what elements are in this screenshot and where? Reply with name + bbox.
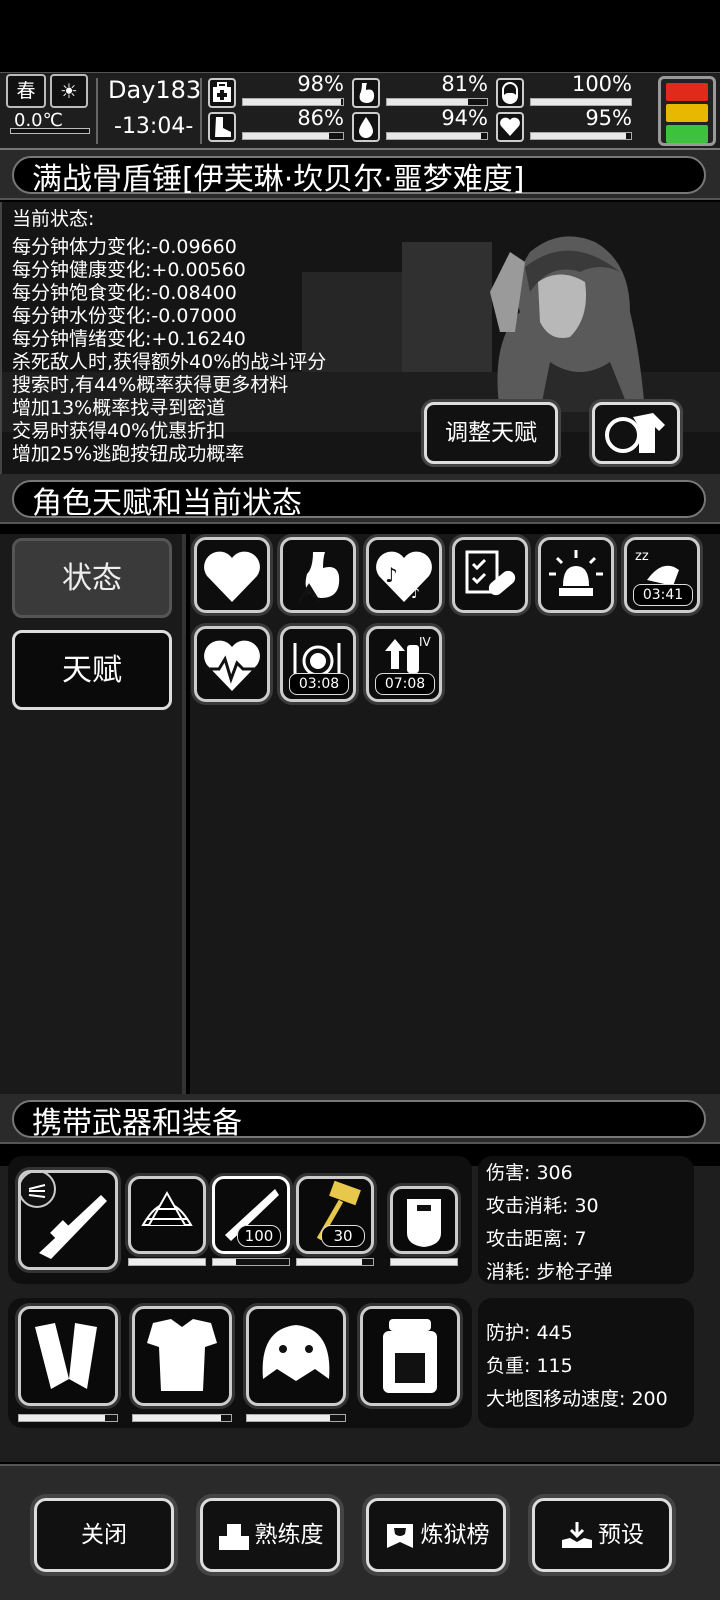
preset-button[interactable]: 预设 xyxy=(532,1498,672,1572)
svg-text:♪: ♪ xyxy=(411,586,420,602)
water-drop-icon xyxy=(352,112,380,142)
divider xyxy=(200,78,202,144)
ammo-type-stat: 消耗: 步枪子弹 xyxy=(486,1261,613,1283)
body-armor-slot[interactable] xyxy=(132,1306,232,1406)
purgatory-rank-label: 炼狱榜 xyxy=(420,1522,490,1548)
talent-header: 角色天赋和当前状态 xyxy=(0,474,720,524)
close-button[interactable]: 关闭 xyxy=(34,1498,174,1572)
stat-energy: 86% xyxy=(208,106,348,144)
danger-indicator[interactable] xyxy=(658,76,716,146)
adjust-talent-button[interactable]: 调整天赋 xyxy=(424,402,558,464)
tier-label: IV xyxy=(419,635,431,649)
sleep-timer: 03:41 xyxy=(633,584,693,606)
talent-tabs xyxy=(0,534,186,1114)
change-outfit-button[interactable] xyxy=(592,402,680,464)
purgatory-rank-button[interactable]: 炼狱榜 xyxy=(366,1498,506,1572)
season-label: 春 xyxy=(16,80,36,102)
boot-icon xyxy=(208,112,236,142)
equipment-header: 携带武器和装备 xyxy=(0,1094,720,1144)
svg-text:zz: zz xyxy=(635,549,649,564)
net-trap-slot[interactable] xyxy=(128,1176,206,1254)
stomach-boost-icon[interactable] xyxy=(280,537,356,613)
tray-icon xyxy=(560,1520,594,1552)
trophy-banner-icon xyxy=(383,1520,417,1552)
character-header: 满战骨盾锤[伊芙琳·坎贝尔·噩梦难度] xyxy=(0,150,720,200)
shield-durability xyxy=(390,1258,458,1266)
stat-stamina: 98% xyxy=(208,72,348,110)
status-line: 增加25%逃跑按钮成功概率 xyxy=(12,443,245,465)
equipment-header-title: 携带武器和装备 xyxy=(32,1106,242,1141)
main-weapon-slot[interactable] xyxy=(18,1170,118,1270)
status-effects-grid xyxy=(190,534,720,1114)
stat-health: 100% xyxy=(496,72,636,110)
minigun-slot[interactable]: 100 xyxy=(212,1176,290,1254)
drink-timer: 07:08 xyxy=(375,673,435,695)
proficiency-label: 熟练度 xyxy=(254,1522,324,1548)
outfit-swap-icon xyxy=(605,413,665,453)
sun-icon: ☀ xyxy=(50,74,88,108)
damage-stat: 伤害: 306 xyxy=(486,1162,573,1184)
meal-timer: 03:08 xyxy=(289,673,349,695)
divider xyxy=(96,78,98,144)
heart-icon xyxy=(496,112,524,142)
stat-value: 94% xyxy=(441,106,488,130)
gloves-durability xyxy=(18,1414,118,1422)
stat-mood: 95% xyxy=(496,106,636,144)
drink-boost-icon[interactable]: IV 07:08 xyxy=(366,626,442,702)
stat-value: 95% xyxy=(585,106,632,130)
character-title: 满战骨盾锤[伊芙琳·坎贝尔·噩梦难度] xyxy=(32,162,525,197)
minigun-durability xyxy=(212,1258,290,1266)
temperature-bar xyxy=(10,128,90,134)
sleep-status-icon[interactable]: zz 03:41 xyxy=(624,537,700,613)
day-label: Day183 xyxy=(108,76,202,104)
helmet-durability xyxy=(246,1414,346,1422)
stat-value: 98% xyxy=(297,72,344,96)
medkit-icon xyxy=(208,78,236,108)
tab-talent[interactable]: 天赋 xyxy=(12,630,172,710)
defense-stat: 防护: 445 xyxy=(486,1322,573,1344)
stat-value: 86% xyxy=(297,106,344,130)
stat-value: 100% xyxy=(571,72,632,96)
capsule-icon xyxy=(496,78,524,108)
hammer-slot[interactable]: 30 xyxy=(296,1176,374,1254)
stat-water: 94% xyxy=(352,106,492,144)
svg-text:♪: ♪ xyxy=(385,563,398,587)
body-armor-durability xyxy=(132,1414,232,1422)
net-trap-durability xyxy=(128,1258,206,1266)
time-label: -13:04- xyxy=(114,114,194,139)
medical-pill-icon[interactable] xyxy=(452,537,528,613)
backpack-slot[interactable] xyxy=(360,1306,460,1406)
attack-cost-stat: 攻击消耗: 30 xyxy=(486,1195,599,1217)
proficiency-button[interactable]: 熟练度 xyxy=(200,1498,340,1572)
season-badge: 春 xyxy=(6,74,46,108)
status-line: 当前状态: xyxy=(12,208,95,230)
tab-status[interactable]: 状态 xyxy=(12,538,172,618)
music-heart-icon[interactable]: ♪ ♪ xyxy=(366,537,442,613)
weight-stat: 负重: 115 xyxy=(486,1355,573,1377)
gloves-slot[interactable] xyxy=(18,1306,118,1406)
ammo-count: 30 xyxy=(321,1225,365,1247)
character-portrait xyxy=(430,222,660,412)
stomach-icon xyxy=(352,78,380,108)
heart-status-icon[interactable] xyxy=(194,537,270,613)
attack-range-stat: 攻击距离: 7 xyxy=(486,1228,587,1250)
shield-slot[interactable] xyxy=(390,1186,458,1254)
alarm-light-icon[interactable] xyxy=(538,537,614,613)
podium-icon xyxy=(217,1520,251,1552)
talent-header-title: 角色天赋和当前状态 xyxy=(32,486,302,521)
preset-label: 预设 xyxy=(598,1522,644,1548)
ammo-count: 100 xyxy=(237,1225,281,1247)
helmet-slot[interactable] xyxy=(246,1306,346,1406)
hammer-durability xyxy=(296,1258,374,1266)
map-speed-stat: 大地图移动速度: 200 xyxy=(486,1388,668,1410)
stat-satiety: 81% xyxy=(352,72,492,110)
heartbeat-icon[interactable] xyxy=(194,626,270,702)
meal-status-icon[interactable]: 03:08 xyxy=(280,626,356,702)
stat-value: 81% xyxy=(441,72,488,96)
